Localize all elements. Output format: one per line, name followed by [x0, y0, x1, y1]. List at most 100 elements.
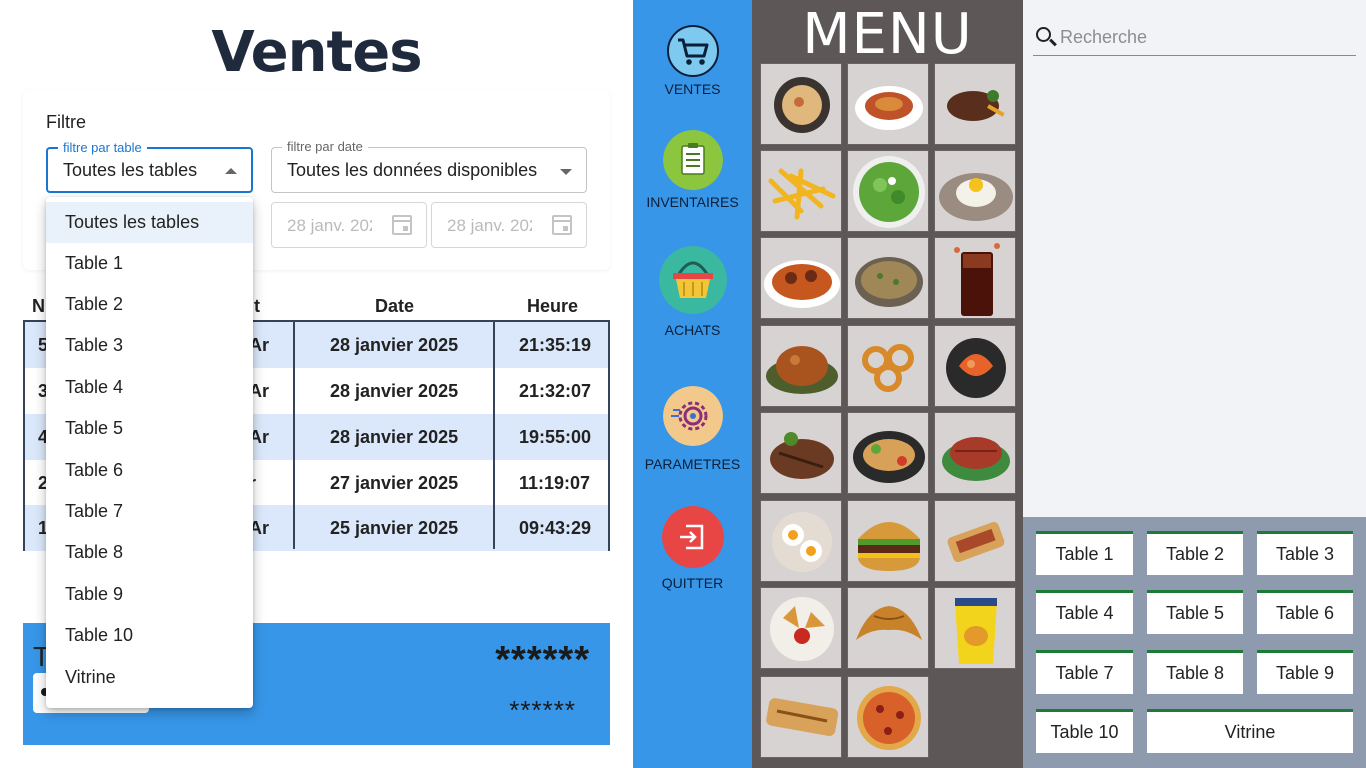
sidebar: VENTES INVENTAIRES ACHATS PARAMETRES QUI…: [633, 0, 752, 768]
table-button-2[interactable]: Table 2: [1147, 531, 1243, 575]
total-amount-masked: ******: [495, 639, 590, 681]
menu-item-meatball-pasta[interactable]: [760, 237, 842, 319]
dropdown-option-table-4[interactable]: Table 4: [46, 367, 253, 408]
table-button-6[interactable]: Table 6: [1257, 590, 1353, 634]
wrap-icon: [947, 521, 1005, 563]
search-input[interactable]: [1060, 24, 1350, 50]
date-from-input[interactable]: 28 janv. 2025: [271, 202, 427, 248]
dropdown-option-vitrine[interactable]: Vitrine: [46, 657, 253, 698]
dropdown-option-table-10[interactable]: Table 10: [46, 615, 253, 656]
menu-item-croissant[interactable]: [847, 587, 929, 669]
roast-chicken-icon: [766, 346, 838, 394]
menu-item-fries[interactable]: [760, 150, 842, 232]
menu-item-wrap[interactable]: [934, 500, 1016, 582]
soda-icon: [954, 243, 1000, 316]
soup-icon: [774, 77, 830, 133]
date-filter-value: Toutes les données disponibles: [287, 160, 538, 180]
calendar-icon[interactable]: [552, 215, 572, 235]
table-button-4[interactable]: Table 4: [1036, 590, 1133, 634]
dropdown-option-table-2[interactable]: Table 2: [46, 284, 253, 325]
sidebar-item-achats[interactable]: ACHATS: [633, 240, 752, 345]
menu-panel: MENU: [752, 0, 1023, 768]
menu-item-rice-egg[interactable]: [934, 150, 1016, 232]
sidebar-item-parametres[interactable]: PARAMETRES: [633, 380, 752, 480]
menu-item-roast-chicken[interactable]: [760, 325, 842, 407]
meatball-pasta-icon: [764, 260, 840, 308]
column-divider: [293, 322, 295, 549]
fried-eggs-icon: [772, 512, 832, 572]
menu-item-fried-rice[interactable]: [847, 237, 929, 319]
date-from-value: 28 janv. 2025: [287, 216, 372, 235]
menu-item-soup[interactable]: [760, 63, 842, 145]
column-header-date: Date: [375, 296, 415, 316]
burger-icon: [858, 522, 920, 571]
menu-item-samosa[interactable]: [760, 587, 842, 669]
table-button-8[interactable]: Table 8: [1147, 650, 1243, 694]
menu-item-pizza[interactable]: [847, 676, 929, 758]
sidebar-item-quitter[interactable]: QUITTER: [633, 500, 752, 600]
sliced-meat-icon: [942, 437, 1010, 481]
filter-heading: Filtre: [46, 112, 86, 132]
menu-item-burger[interactable]: [847, 500, 929, 582]
cell-date: 28 janvier 2025: [330, 335, 459, 355]
table-filter-select[interactable]: filtre par table Toutes les tables: [46, 140, 253, 193]
dropdown-option-table-6[interactable]: Table 6: [46, 450, 253, 491]
calendar-icon[interactable]: [392, 215, 412, 235]
cell-time: 21:35:19: [519, 335, 592, 355]
menu-item-onion-rings[interactable]: [847, 325, 929, 407]
dropdown-option-table-1[interactable]: Table 1: [46, 243, 253, 284]
cell-time: 09:43:29: [519, 518, 592, 538]
menu-item-soda[interactable]: [934, 237, 1016, 319]
rice-egg-icon: [939, 173, 1013, 221]
menu-item-fried-eggs[interactable]: [760, 500, 842, 582]
menu-item-grilled-beef[interactable]: [760, 412, 842, 494]
dropdown-option-table-8[interactable]: Table 8: [46, 532, 253, 573]
menu-item-steak[interactable]: [934, 63, 1016, 145]
basket-icon: [658, 246, 727, 314]
sidebar-item-label: QUITTER: [661, 575, 724, 591]
sidebar-item-ventes[interactable]: VENTES: [633, 0, 752, 110]
table-button-3[interactable]: Table 3: [1257, 531, 1353, 575]
menu-item-fish-plate[interactable]: [847, 412, 929, 494]
dropdown-option-all[interactable]: Toutes les tables: [46, 202, 253, 243]
menu-item-salad[interactable]: [847, 150, 929, 232]
subtotal-amount-masked: ******: [509, 695, 576, 725]
cell-time: 11:19:07: [519, 473, 591, 493]
cell-time: 21:32:07: [519, 381, 592, 401]
caret-down-icon: [560, 169, 572, 175]
cart-icon: [666, 25, 719, 77]
date-to-value: 28 janv. 2025: [447, 216, 532, 235]
menu-item-yogurt[interactable]: [934, 587, 1016, 669]
table-button-5[interactable]: Table 5: [1147, 590, 1243, 634]
shrimp-icon: [946, 338, 1006, 398]
exit-icon: [661, 506, 724, 568]
menu-item-shrimp[interactable]: [934, 325, 1016, 407]
table-button-10[interactable]: Table 10: [1036, 709, 1133, 753]
dropdown-option-table-7[interactable]: Table 7: [46, 491, 253, 532]
vitrine-button[interactable]: Vitrine: [1147, 709, 1353, 753]
table-button-7[interactable]: Table 7: [1036, 650, 1133, 694]
menu-item-panini[interactable]: [760, 676, 842, 758]
gear-icon: [662, 386, 723, 446]
column-divider: [493, 322, 495, 549]
yogurt-icon: [955, 598, 997, 664]
fish-plate-icon: [853, 431, 925, 483]
search-bar[interactable]: [1033, 18, 1356, 56]
dropdown-option-table-3[interactable]: Table 3: [46, 325, 253, 366]
date-to-input[interactable]: 28 janv. 2025: [431, 202, 587, 248]
table-filter-value: Toutes les tables: [63, 160, 198, 180]
date-filter-select[interactable]: filtre par date Toutes les données dispo…: [271, 139, 587, 193]
menu-title: MENU: [802, 2, 973, 67]
menu-item-spaghetti[interactable]: [847, 63, 929, 145]
onion-rings-icon: [862, 344, 914, 392]
pizza-icon: [857, 686, 921, 750]
table-button-9[interactable]: Table 9: [1257, 650, 1353, 694]
sidebar-item-inventaires[interactable]: INVENTAIRES: [633, 120, 752, 220]
cell-date: 28 janvier 2025: [330, 427, 459, 447]
dropdown-option-table-9[interactable]: Table 9: [46, 574, 253, 615]
fries-icon: [768, 168, 836, 220]
dropdown-option-table-5[interactable]: Table 5: [46, 408, 253, 449]
salad-icon: [853, 156, 925, 228]
menu-item-sliced-meat[interactable]: [934, 412, 1016, 494]
table-button-1[interactable]: Table 1: [1036, 531, 1133, 575]
